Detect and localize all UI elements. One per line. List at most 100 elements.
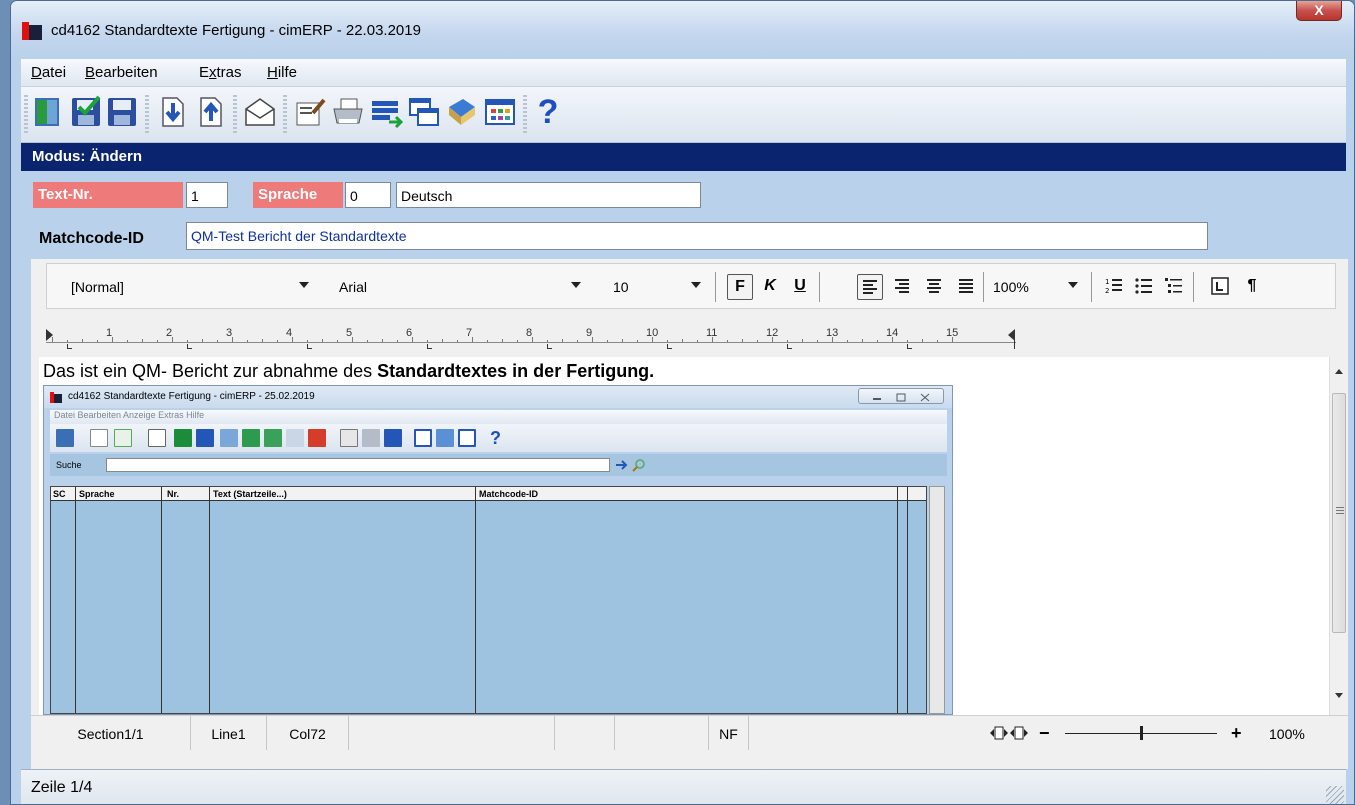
underline-button[interactable]: U bbox=[787, 274, 813, 300]
align-left-icon[interactable] bbox=[857, 274, 883, 300]
text-nr-field[interactable]: 1 bbox=[186, 182, 228, 208]
save-close-icon[interactable] bbox=[69, 95, 103, 129]
status-line: Line1 bbox=[191, 716, 267, 750]
size-dropdown-icon[interactable] bbox=[691, 282, 701, 288]
embedded-screenshot: cd4162 Standardtexte Fertigung - cimERP … bbox=[43, 385, 953, 715]
zoom-combo[interactable]: 100% bbox=[993, 279, 1029, 295]
ruler-tab-marker[interactable] bbox=[667, 344, 672, 349]
transfer-icon[interactable] bbox=[369, 95, 404, 129]
toolbar-separator bbox=[523, 95, 527, 135]
close-button[interactable]: X bbox=[1296, 1, 1342, 21]
export-up-icon[interactable] bbox=[193, 95, 227, 129]
embedded-search-input bbox=[106, 458, 610, 472]
zoom-in-button[interactable]: + bbox=[1231, 723, 1242, 744]
scroll-thumb[interactable] bbox=[1332, 393, 1346, 633]
embedded-grid-header: SC Sprache Nr. Text (Startzeile...) Matc… bbox=[51, 487, 926, 501]
print-icon[interactable] bbox=[331, 95, 365, 129]
mode-bar: Modus: Ändern bbox=[21, 143, 1346, 171]
text-nr-label: Text-Nr. bbox=[33, 182, 183, 208]
embedded-col-line bbox=[475, 487, 476, 713]
book-icon[interactable] bbox=[445, 95, 479, 129]
page-nav-icon[interactable] bbox=[989, 725, 1029, 741]
sprache-code-field[interactable]: 0 bbox=[345, 182, 391, 208]
embedded-col-line bbox=[161, 487, 162, 713]
status-empty bbox=[615, 716, 709, 750]
help-icon[interactable]: ? bbox=[531, 95, 565, 129]
ruler-number: 14 bbox=[886, 327, 899, 339]
ruler-tab-marker[interactable] bbox=[907, 344, 912, 349]
zoom-out-button[interactable]: − bbox=[1039, 723, 1050, 744]
document-area[interactable]: Das ist ein QM- Bericht zur abnahme des … bbox=[39, 357, 1329, 715]
align-center-icon[interactable] bbox=[921, 274, 947, 300]
multilevel-list-icon[interactable] bbox=[1161, 274, 1187, 300]
menu-bar: Datei Bearbeiten Extras Hilfe bbox=[21, 59, 1346, 87]
save-icon[interactable] bbox=[105, 95, 139, 129]
ruler-number: 3 bbox=[226, 327, 233, 339]
app-icon[interactable] bbox=[22, 22, 42, 40]
font-combo[interactable]: Arial bbox=[339, 279, 367, 295]
grid-icon[interactable] bbox=[483, 95, 517, 129]
status-empty bbox=[349, 716, 555, 750]
style-dropdown-icon[interactable] bbox=[299, 282, 309, 288]
embedded-sort-desc-icon bbox=[196, 429, 214, 447]
format-separator bbox=[1091, 272, 1092, 302]
status-bar: Zeile 1/4 bbox=[21, 769, 1346, 804]
format-separator bbox=[819, 272, 820, 302]
ruler[interactable]: 1 2 3 4 5 6 7 8 9 10 11 12 13 14 15 bbox=[46, 317, 1336, 353]
import-down-icon[interactable] bbox=[155, 95, 189, 129]
toolbar-grip bbox=[24, 95, 28, 135]
scroll-up-icon[interactable] bbox=[1334, 367, 1344, 375]
tab-stop-icon[interactable] bbox=[1207, 274, 1233, 300]
embedded-filter-icon bbox=[308, 429, 326, 447]
ruler-tab-marker[interactable] bbox=[67, 344, 72, 349]
bold-button[interactable]: F bbox=[727, 274, 753, 300]
embedded-table-icon bbox=[220, 429, 238, 447]
zoom-dropdown-icon[interactable] bbox=[1068, 282, 1078, 288]
document-scrollbar[interactable] bbox=[1329, 357, 1348, 715]
scroll-down-icon[interactable] bbox=[1334, 691, 1344, 699]
embedded-search-label: Suche bbox=[56, 460, 82, 470]
paragraph-marks-button[interactable]: ¶ bbox=[1239, 274, 1265, 300]
ruler-scale[interactable]: 1 2 3 4 5 6 7 8 9 10 11 12 13 14 15 bbox=[46, 327, 1021, 349]
style-combo[interactable]: [Normal] bbox=[71, 279, 124, 295]
embedded-col-text: Text (Startzeile...) bbox=[213, 489, 287, 499]
embedded-col-line bbox=[209, 487, 210, 713]
embedded-new-icon bbox=[90, 429, 108, 447]
matchcode-label: Matchcode-ID bbox=[39, 230, 144, 247]
status-nf: NF bbox=[709, 716, 749, 750]
menu-extras[interactable]: Extras bbox=[199, 64, 242, 81]
resize-grip[interactable] bbox=[1326, 786, 1344, 804]
ruler-tab-marker[interactable] bbox=[547, 344, 552, 349]
align-justify-icon[interactable] bbox=[953, 274, 979, 300]
size-combo[interactable]: 10 bbox=[613, 279, 629, 295]
zoom-slider-thumb[interactable] bbox=[1140, 726, 1143, 740]
embedded-col-line bbox=[75, 487, 76, 713]
ruler-tab-marker[interactable] bbox=[307, 344, 312, 349]
matchcode-field[interactable]: QM-Test Bericht der Standardtexte bbox=[186, 222, 1208, 250]
numbered-list-icon[interactable]: 12 bbox=[1101, 274, 1127, 300]
ruler-number: 1 bbox=[106, 327, 113, 339]
window-title: cd4162 Standardtexte Fertigung - cimERP … bbox=[51, 22, 421, 39]
ruler-tab-marker[interactable] bbox=[427, 344, 432, 349]
embedded-app-icon bbox=[50, 392, 62, 403]
title-bar[interactable]: cd4162 Standardtexte Fertigung - cimERP … bbox=[11, 1, 1354, 59]
italic-button[interactable]: K bbox=[757, 274, 783, 300]
embedded-mail-icon bbox=[148, 429, 166, 447]
ruler-tab-marker[interactable] bbox=[787, 344, 792, 349]
exit-door-icon[interactable] bbox=[31, 95, 65, 129]
align-right-icon[interactable] bbox=[889, 274, 915, 300]
menu-bearbeiten[interactable]: Bearbeiten bbox=[85, 64, 158, 81]
embedded-search-row: Suche bbox=[50, 454, 947, 476]
bullet-list-icon[interactable] bbox=[1131, 274, 1157, 300]
copy-windows-icon[interactable] bbox=[407, 95, 441, 129]
mail-icon[interactable] bbox=[243, 95, 277, 129]
format-toolbar: [Normal] Arial 10 F K U 100% 1 2 ¶ bbox=[46, 263, 1336, 309]
font-dropdown-icon[interactable] bbox=[571, 282, 581, 288]
ruler-tab-marker[interactable] bbox=[187, 344, 192, 349]
menu-hilfe[interactable]: Hilfe bbox=[267, 64, 297, 81]
embedded-transfer-icon bbox=[384, 429, 402, 447]
embedded-col-sprache: Sprache bbox=[79, 489, 115, 499]
ruler-baseline bbox=[46, 342, 1016, 343]
edit-properties-icon[interactable] bbox=[293, 95, 327, 129]
menu-datei[interactable]: Datei bbox=[31, 64, 66, 81]
